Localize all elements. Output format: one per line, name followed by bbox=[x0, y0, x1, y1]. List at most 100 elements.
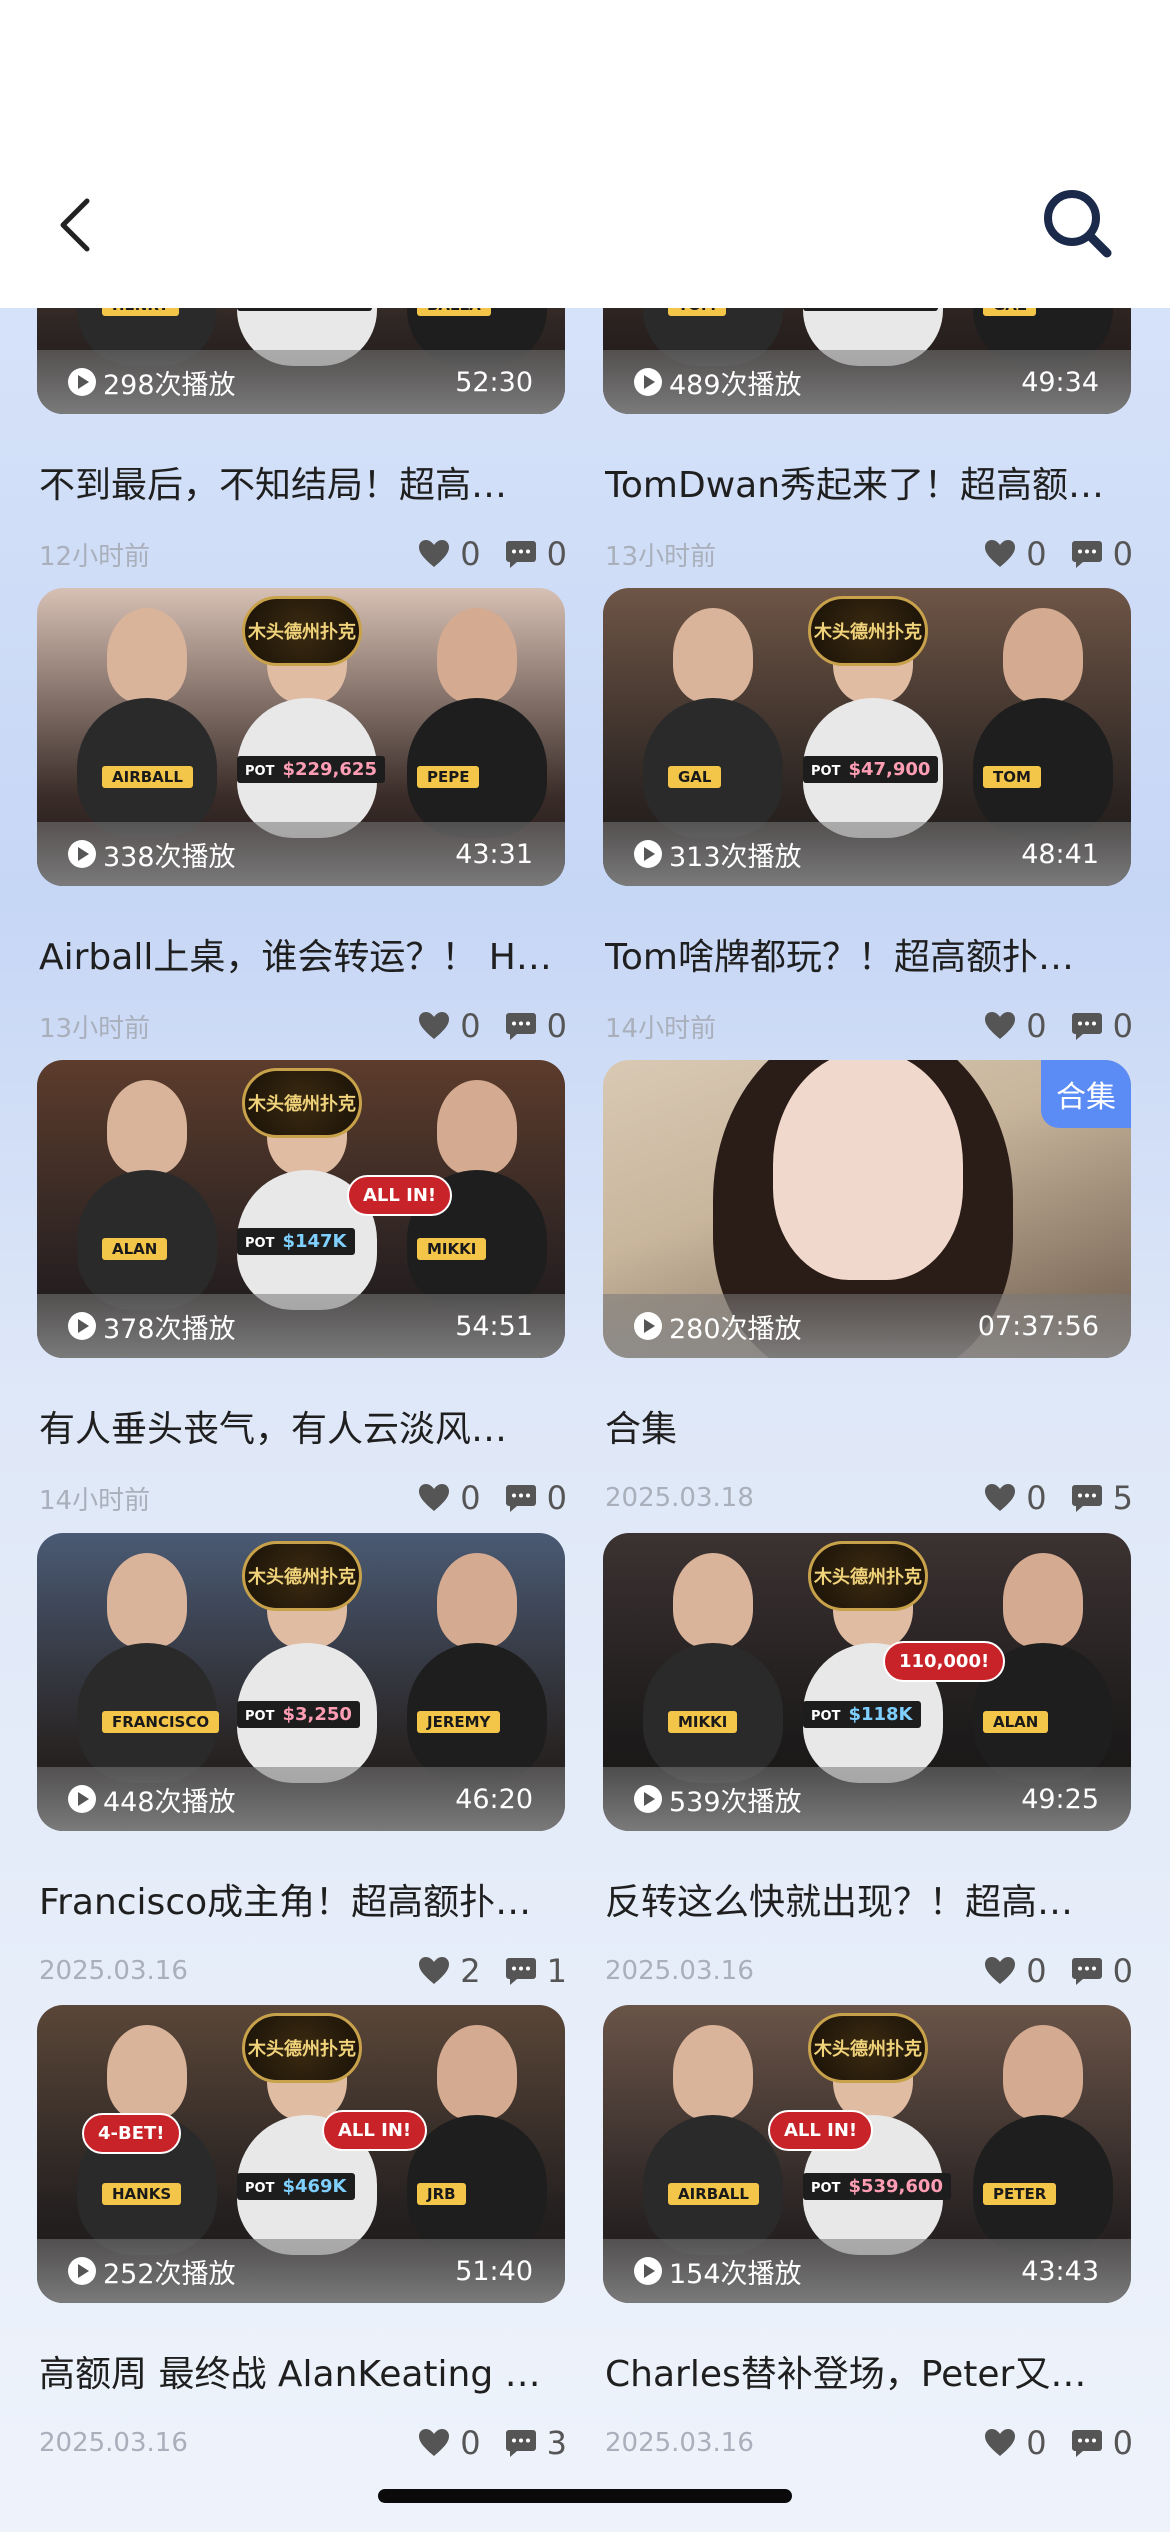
thumbnail-info-bar: 298次播放 52:30 bbox=[37, 350, 565, 414]
pot-amount: POT $118K bbox=[803, 1701, 921, 1728]
pot-value: $47,900 bbox=[848, 759, 931, 780]
publish-date: 13小时前 bbox=[605, 541, 717, 572]
video-grid: HENRY BALLA POT$59,475 298次播放 52:30 不到最后，不知结局… bbox=[0, 308, 1170, 2532]
video-meta: 2025.03.16 0 0 bbox=[605, 2424, 1133, 2462]
video-thumbnail[interactable]: 合集 280次播放 07:37:56 bbox=[603, 1060, 1131, 1358]
play-icon bbox=[634, 1785, 662, 1813]
video-title[interactable]: Tom啥牌都玩？！超高额扑… bbox=[605, 928, 1133, 980]
thumbnail-info-bar: 313次播放 48:41 bbox=[603, 822, 1131, 886]
play-count: 154次播放 bbox=[633, 2252, 802, 2291]
person-head bbox=[673, 1553, 753, 1648]
engagement-stats: 00 bbox=[418, 1007, 567, 1045]
publish-date: 12小时前 bbox=[39, 541, 151, 572]
player-nameplate: BALLA bbox=[417, 308, 491, 316]
play-count-text: 338次播放 bbox=[103, 841, 236, 873]
video-card[interactable]: HENRY BALLA POT$59,475 298次播放 52:30 不到最后，不知结局… bbox=[37, 308, 567, 596]
like-button[interactable]: 0 bbox=[984, 535, 1047, 573]
video-card[interactable]: 木头德州扑克 HANKS JRB POT $469K ALL IN! 4-BET! 252次播… bbox=[37, 2005, 567, 2485]
person-head bbox=[1003, 608, 1083, 703]
thumbnail-info-bar: 154次播放 43:43 bbox=[603, 2239, 1131, 2303]
comment-icon bbox=[1071, 1485, 1102, 1512]
person-head bbox=[437, 1553, 517, 1648]
heart-icon bbox=[419, 540, 450, 567]
play-count-text: 154次播放 bbox=[669, 2258, 802, 2290]
video-title[interactable]: TomDwan秀起来了！超高额… bbox=[605, 456, 1133, 508]
play-count-text: 313次播放 bbox=[669, 841, 802, 873]
comment-count: 0 bbox=[546, 535, 567, 573]
comment-button[interactable]: 0 bbox=[1071, 1952, 1133, 1990]
like-button[interactable]: 0 bbox=[984, 1479, 1047, 1517]
comment-button[interactable]: 1 bbox=[505, 1952, 567, 1990]
player-nameplate: HENRY bbox=[102, 308, 179, 316]
play-count-text: 252次播放 bbox=[103, 2258, 236, 2290]
video-title[interactable]: 有人垂头丧气，有人云淡风… bbox=[39, 1400, 567, 1452]
video-title[interactable]: 高额周 最终战 AlanKeating … bbox=[39, 2345, 567, 2397]
comment-icon bbox=[505, 541, 536, 568]
comment-count: 0 bbox=[1112, 1952, 1133, 1990]
like-button[interactable]: 0 bbox=[418, 2424, 481, 2462]
video-card[interactable]: 木头德州扑克 ALAN MIKKI POT $147K ALL IN! 378次播放 54:5… bbox=[37, 1060, 567, 1540]
video-title[interactable]: 合集 bbox=[605, 1400, 1133, 1452]
like-button[interactable]: 0 bbox=[984, 1007, 1047, 1045]
pot-amount: POT $229,625 bbox=[237, 756, 385, 783]
search-button[interactable] bbox=[1032, 178, 1122, 268]
play-icon bbox=[634, 2257, 662, 2285]
video-title[interactable]: 反转这么快就出现？！超高… bbox=[605, 1873, 1133, 1925]
like-button[interactable]: 0 bbox=[418, 1479, 481, 1517]
comment-button[interactable]: 0 bbox=[505, 1007, 567, 1045]
video-thumbnail[interactable]: 木头德州扑克 MIKKI ALAN POT $118K 110,000! 539次播放 49:… bbox=[603, 1533, 1131, 1831]
comment-button[interactable]: 3 bbox=[505, 2424, 567, 2462]
like-button[interactable]: 0 bbox=[984, 2424, 1047, 2462]
comment-button[interactable]: 0 bbox=[505, 535, 567, 573]
video-thumbnail[interactable]: 木头德州扑克 GAL TOM POT $47,900 313次播放 48:41 bbox=[603, 588, 1131, 886]
video-card[interactable]: 木头德州扑克 GAL TOM POT $47,900 313次播放 48:41 Tom啥牌都玩… bbox=[603, 588, 1133, 1068]
play-icon bbox=[634, 840, 662, 868]
pot-value: $469K bbox=[282, 2176, 347, 2197]
comment-button[interactable]: 0 bbox=[1071, 1007, 1133, 1045]
player-nameplate: PETER bbox=[983, 2183, 1057, 2205]
video-card[interactable]: 木头德州扑克 AIRBALL PEPE POT $229,625 338次播放 43:31 A… bbox=[37, 588, 567, 1068]
video-title[interactable]: Airball上桌，谁会转运？！ H… bbox=[39, 928, 567, 980]
video-thumbnail[interactable]: 木头德州扑克 HANKS JRB POT $469K ALL IN! 4-BET! 252次播… bbox=[37, 2005, 565, 2303]
like-button[interactable]: 0 bbox=[418, 535, 481, 573]
video-thumbnail[interactable]: HENRY BALLA POT$59,475 298次播放 52:30 bbox=[37, 308, 565, 414]
video-title[interactable]: Francisco成主角！超高额扑… bbox=[39, 1873, 567, 1925]
collection-badge: 合集 bbox=[1041, 1060, 1131, 1128]
video-title[interactable]: 不到最后，不知结局！超高… bbox=[39, 456, 567, 508]
video-card[interactable]: 木头德州扑克 FRANCISCO JEREMY POT $3,250 448次播放 46:2… bbox=[37, 1533, 567, 2013]
video-card[interactable]: 合集 280次播放 07:37:56 合集 2025.03.18 0 5 bbox=[603, 1060, 1133, 1540]
like-count: 2 bbox=[460, 1952, 481, 1990]
pot-value: $147K bbox=[282, 1231, 347, 1252]
video-card[interactable]: 木头德州扑克 MIKKI ALAN POT $118K 110,000! 539次播放 49:… bbox=[603, 1533, 1133, 2013]
engagement-stats: 03 bbox=[418, 2424, 567, 2462]
video-thumbnail[interactable]: 木头德州扑克 ALAN MIKKI POT $147K ALL IN! 378次播放 54:5… bbox=[37, 1060, 565, 1358]
publish-date: 2025.03.16 bbox=[39, 2428, 188, 2458]
like-button[interactable]: 0 bbox=[984, 1952, 1047, 1990]
player-nameplate: MIKKI bbox=[417, 1238, 487, 1260]
like-count: 0 bbox=[1026, 1479, 1047, 1517]
video-thumbnail[interactable]: TOM GAL POT$41,600 489次播放 49:34 bbox=[603, 308, 1131, 414]
comment-button[interactable]: 0 bbox=[505, 1479, 567, 1517]
play-count: 280次播放 bbox=[633, 1307, 802, 1346]
like-button[interactable]: 2 bbox=[418, 1952, 481, 1990]
video-card[interactable]: TOM GAL POT$41,600 489次播放 49:34 TomDwan秀起来了！超… bbox=[603, 308, 1133, 596]
person-head bbox=[437, 1080, 517, 1175]
comment-button[interactable]: 0 bbox=[1071, 535, 1133, 573]
all-in-bubble: ALL IN! bbox=[322, 2110, 428, 2151]
comment-button[interactable]: 0 bbox=[1071, 2424, 1133, 2462]
video-thumbnail[interactable]: 木头德州扑克 AIRBALL PEPE POT $229,625 338次播放 43:31 bbox=[37, 588, 565, 886]
person-head bbox=[107, 2025, 187, 2120]
comment-button[interactable]: 5 bbox=[1071, 1479, 1133, 1517]
video-title[interactable]: Charles替补登场，Peter又… bbox=[605, 2345, 1133, 2397]
play-count: 298次播放 bbox=[67, 363, 236, 402]
person-head bbox=[107, 1080, 187, 1175]
like-button[interactable]: 0 bbox=[418, 1007, 481, 1045]
video-thumbnail[interactable]: 木头德州扑克 AIRBALL PETER POT $539,600 ALL IN! 154次… bbox=[603, 2005, 1131, 2303]
pot-value: $118K bbox=[848, 1704, 913, 1725]
publish-date: 2025.03.16 bbox=[605, 1956, 754, 1986]
pot-label: POT bbox=[245, 764, 275, 779]
video-thumbnail[interactable]: 木头德州扑克 FRANCISCO JEREMY POT $3,250 448次播放 46:2… bbox=[37, 1533, 565, 1831]
back-button[interactable] bbox=[40, 180, 110, 270]
video-card[interactable]: 木头德州扑克 AIRBALL PETER POT $539,600 ALL IN! 154次… bbox=[603, 2005, 1133, 2485]
engagement-stats: 05 bbox=[984, 1479, 1133, 1517]
